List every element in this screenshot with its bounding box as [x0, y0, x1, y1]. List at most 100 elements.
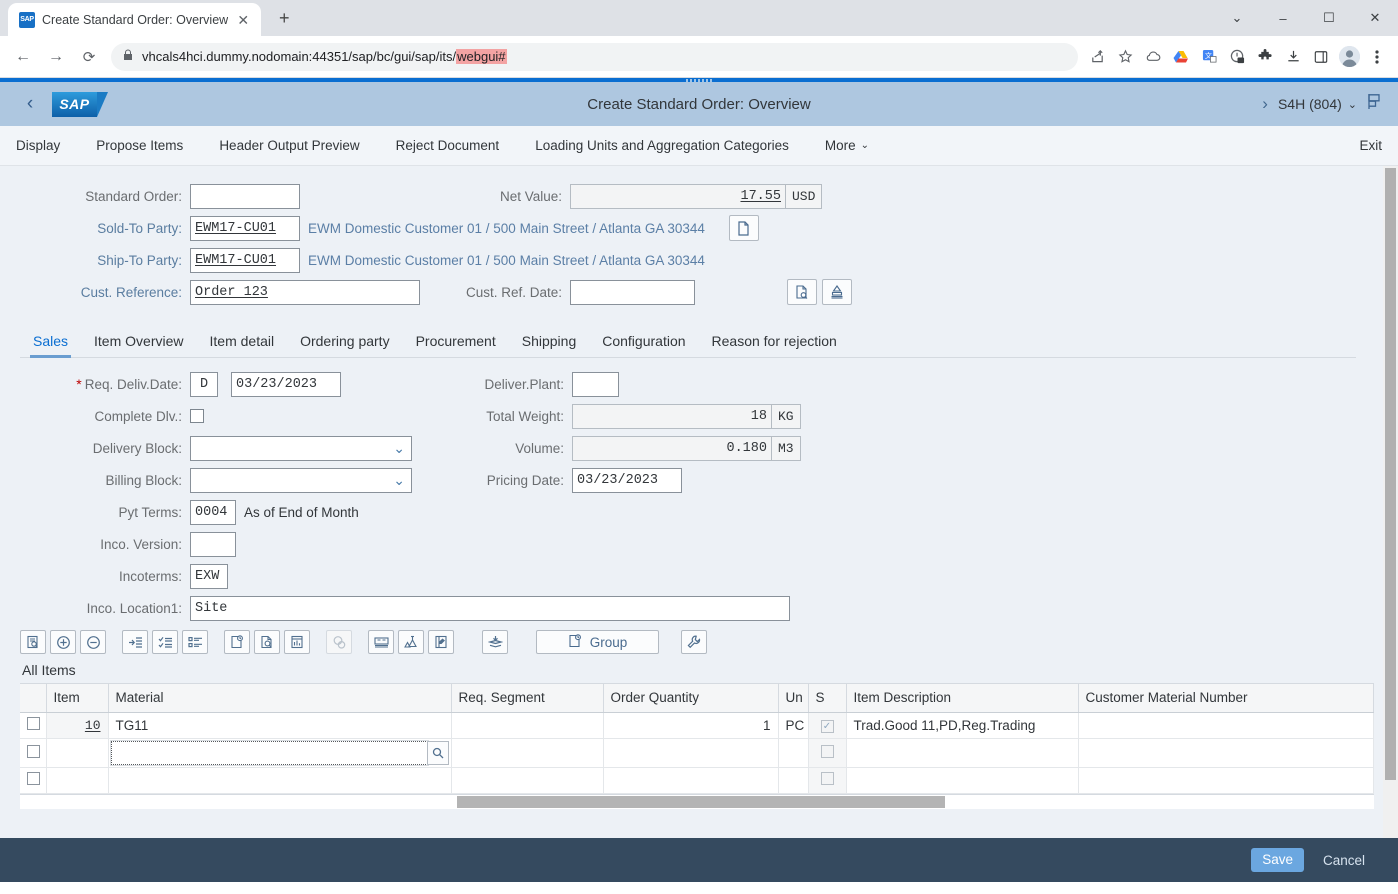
back-icon[interactable]: ← — [8, 42, 38, 72]
ship-to-party-input[interactable] — [190, 248, 300, 273]
table-horizontal-scrollbar[interactable] — [20, 795, 1374, 809]
delivery-block-select[interactable]: ⌄ — [190, 436, 412, 461]
req-deliv-date-type-input[interactable] — [190, 372, 218, 397]
forward-icon[interactable]: → — [41, 42, 71, 72]
action-exit[interactable]: Exit — [1359, 138, 1382, 153]
window-maximize-button[interactable]: ☐ — [1306, 0, 1352, 36]
tab-shipping[interactable]: Shipping — [509, 333, 590, 357]
table-row[interactable] — [20, 738, 1374, 767]
tab-ordering-party[interactable]: Ordering party — [287, 333, 402, 357]
system-selector[interactable]: S4H (804) ⌄ — [1278, 96, 1357, 112]
drive-icon[interactable] — [1168, 44, 1194, 70]
inco-version-input[interactable] — [190, 532, 236, 557]
remove-circle-icon[interactable] — [80, 630, 106, 654]
column-header-customer-material-number[interactable]: Customer Material Number — [1078, 684, 1374, 712]
address-bar[interactable]: vhcals4hci.dummy.nodomain:44351/sap/bc/g… — [111, 43, 1078, 71]
avatar[interactable] — [1336, 44, 1362, 70]
copy-document-icon[interactable] — [729, 215, 759, 241]
document-search-icon[interactable] — [254, 630, 280, 654]
column-header-item[interactable]: Item — [46, 684, 108, 712]
sidepanel-icon[interactable] — [1308, 44, 1334, 70]
action-loading-units[interactable]: Loading Units and Aggregation Categories — [535, 138, 789, 153]
search-document-icon[interactable] — [20, 630, 46, 654]
cell-req-segment[interactable] — [451, 738, 603, 767]
downloads-icon[interactable] — [1280, 44, 1306, 70]
row-select-checkbox[interactable] — [20, 738, 46, 767]
cell-customer-material-number[interactable] — [1078, 767, 1374, 793]
cell-customer-material-number[interactable] — [1078, 738, 1374, 767]
table-row[interactable] — [20, 767, 1374, 793]
value-help-search-icon[interactable] — [427, 741, 449, 765]
billing-block-select[interactable]: ⌄ — [190, 468, 412, 493]
standard-order-input[interactable] — [190, 184, 300, 209]
cell-material-editing[interactable] — [108, 738, 451, 767]
reload-icon[interactable]: ⟳ — [74, 42, 104, 72]
inco-location1-input[interactable] — [190, 596, 790, 621]
cell-item[interactable] — [46, 767, 108, 793]
close-tab-icon[interactable]: ✕ — [235, 13, 251, 27]
tab-item-detail[interactable]: Item detail — [197, 333, 288, 357]
bookmark-star-icon[interactable] — [1112, 44, 1138, 70]
pricing-date-input[interactable] — [572, 468, 682, 493]
cell-material[interactable] — [108, 767, 451, 793]
cell-un[interactable]: PC — [778, 712, 808, 738]
row-select-checkbox[interactable] — [20, 767, 46, 793]
pyt-terms-input[interactable] — [190, 500, 236, 525]
tab-reason-for-rejection[interactable]: Reason for rejection — [699, 333, 850, 357]
deliver-plant-input[interactable] — [572, 372, 619, 397]
cell-s-checkbox[interactable] — [808, 767, 846, 793]
action-reject-document[interactable]: Reject Document — [396, 138, 500, 153]
cell-item-description[interactable] — [846, 767, 1078, 793]
scrollbar-thumb[interactable] — [457, 796, 945, 808]
add-circle-icon[interactable] — [50, 630, 76, 654]
action-display[interactable]: Display — [16, 138, 60, 153]
cell-un[interactable] — [778, 767, 808, 793]
action-propose-items[interactable]: Propose Items — [96, 138, 183, 153]
table-row[interactable]: 10 TG11 1 PC ✓ Trad.Good 11,PD,Reg.Tradi… — [20, 712, 1374, 738]
cell-req-segment[interactable] — [451, 712, 603, 738]
flask-icon[interactable] — [398, 630, 424, 654]
browser-tab[interactable]: SAP Create Standard Order: Overview ✕ — [8, 3, 261, 36]
shell-forward-icon[interactable]: › — [1262, 94, 1268, 114]
column-header-order-quantity[interactable]: Order Quantity — [603, 684, 778, 712]
shell-back-icon[interactable]: ‹ — [16, 93, 44, 115]
document-search-icon[interactable] — [787, 279, 817, 305]
tab-item-overview[interactable]: Item Overview — [81, 333, 196, 357]
action-header-output-preview[interactable]: Header Output Preview — [219, 138, 359, 153]
sold-to-party-input[interactable] — [190, 216, 300, 241]
vertical-scrollbar[interactable] — [1383, 166, 1398, 838]
cell-s-checkbox[interactable]: ✓ — [808, 712, 846, 738]
column-header-req-segment[interactable]: Req. Segment — [451, 684, 603, 712]
report-chart-icon[interactable] — [284, 630, 310, 654]
column-header-un[interactable]: Un — [778, 684, 808, 712]
tab-sales[interactable]: Sales — [20, 333, 81, 357]
scrollbar-thumb[interactable] — [1385, 168, 1396, 780]
complete-dlv-checkbox[interactable] — [190, 409, 204, 423]
keyboard-icon[interactable] — [368, 630, 394, 654]
window-close-button[interactable]: ✕ — [1352, 0, 1398, 36]
print-stamp-icon[interactable] — [822, 279, 852, 305]
document-clock-icon[interactable] — [224, 630, 250, 654]
cell-un[interactable] — [778, 738, 808, 767]
cust-reference-input[interactable] — [190, 280, 420, 305]
privacy-lock-icon[interactable] — [1224, 44, 1250, 70]
extensions-puzzle-icon[interactable] — [1252, 44, 1278, 70]
book-pen-icon[interactable] — [428, 630, 454, 654]
row-select-checkbox[interactable] — [20, 712, 46, 738]
cell-order-quantity[interactable]: 1 — [603, 712, 778, 738]
share-icon[interactable] — [1084, 44, 1110, 70]
cell-s-checkbox[interactable] — [808, 738, 846, 767]
cell-order-quantity[interactable] — [603, 767, 778, 793]
save-button[interactable]: Save — [1251, 848, 1304, 872]
new-tab-button[interactable]: + — [271, 5, 297, 31]
column-header-material[interactable]: Material — [108, 684, 451, 712]
column-header-item-description[interactable]: Item Description — [846, 684, 1078, 712]
tab-configuration[interactable]: Configuration — [589, 333, 698, 357]
translate-icon[interactable]: 文 — [1196, 44, 1222, 70]
cell-req-segment[interactable] — [451, 767, 603, 793]
cell-customer-material-number[interactable] — [1078, 712, 1374, 738]
tab-procurement[interactable]: Procurement — [403, 333, 509, 357]
item-number-link[interactable]: 10 — [85, 718, 101, 733]
cell-order-quantity[interactable] — [603, 738, 778, 767]
insert-row-icon[interactable] — [122, 630, 148, 654]
